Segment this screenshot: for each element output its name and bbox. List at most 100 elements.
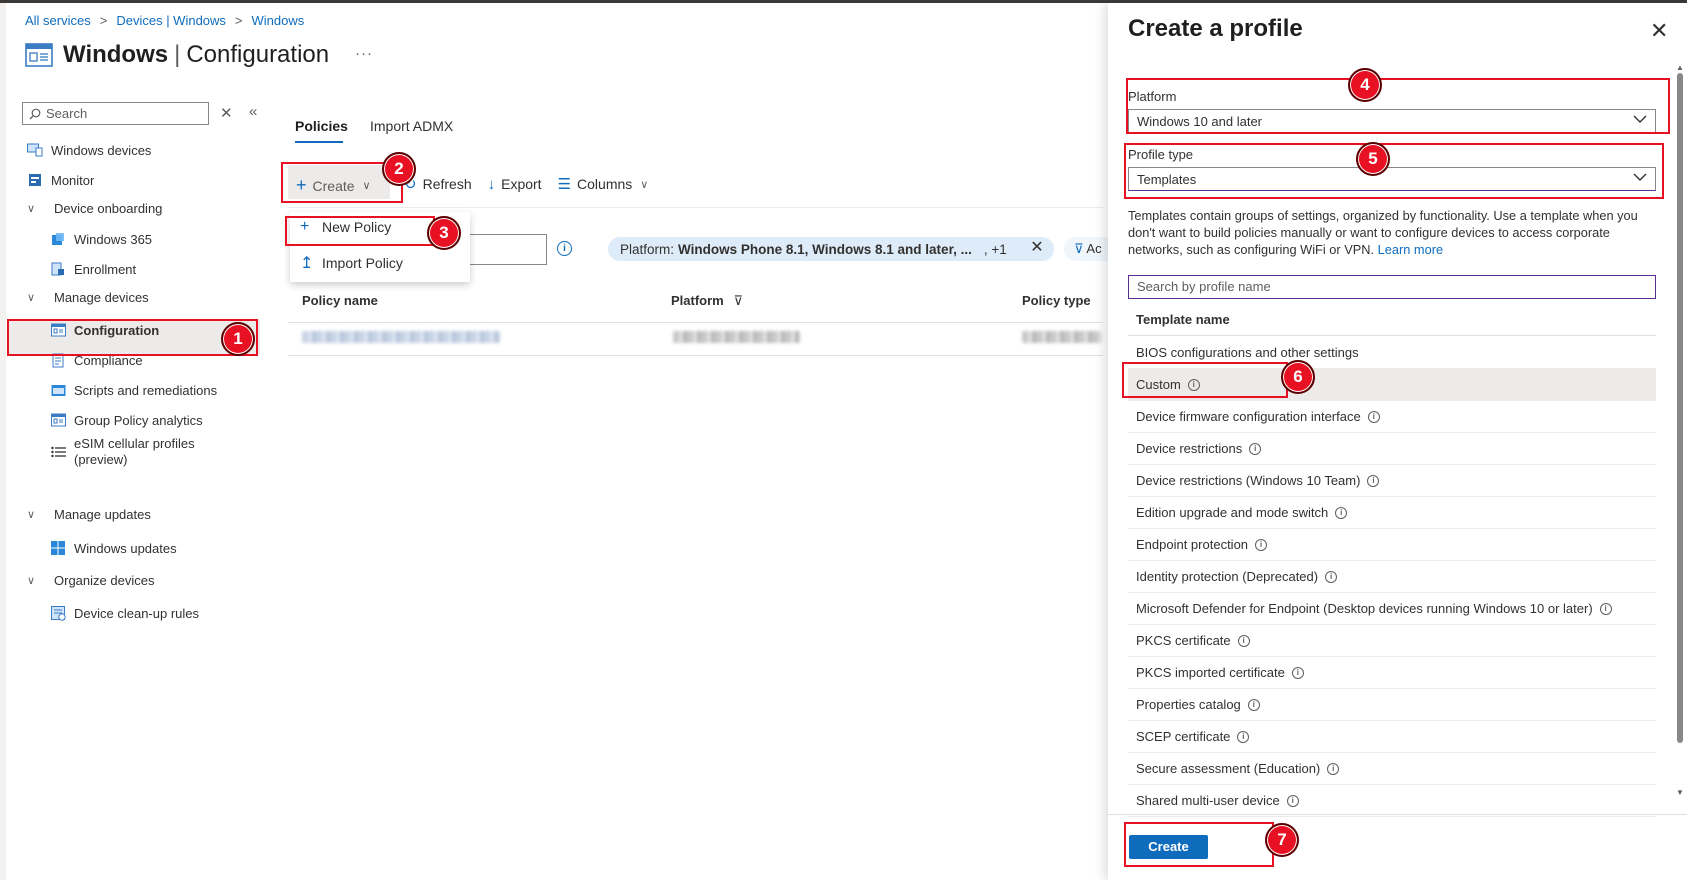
clear-search-icon[interactable]: ✕ — [220, 104, 233, 122]
nav-item-windows-365[interactable]: Windows 365 — [50, 225, 152, 253]
template-row[interactable]: PKCS certificate i — [1128, 625, 1656, 657]
policy-search-input[interactable] — [465, 234, 547, 265]
annotation-badge-6: 6 — [1281, 360, 1315, 394]
menu-item-import-policy[interactable]: ↥ Import Policy — [300, 253, 403, 273]
template-row[interactable]: SCEP certificate i — [1128, 721, 1656, 753]
template-row[interactable]: Device restrictions (Windows 10 Team) i — [1128, 465, 1656, 497]
info-icon[interactable]: i — [1367, 410, 1380, 423]
nav-item-esim[interactable]: eSIM cellular profiles (preview) — [50, 435, 195, 469]
columns-button[interactable]: ☰ Columns ∨ — [558, 175, 649, 193]
nav-item-cleanup-rules[interactable]: Device clean-up rules — [50, 599, 199, 627]
breadcrumb-all-services[interactable]: All services — [25, 13, 91, 28]
breadcrumb-windows[interactable]: Windows — [252, 13, 305, 28]
template-label: PKCS certificate — [1136, 633, 1231, 648]
list-icon — [50, 444, 66, 460]
nav-search-input[interactable]: Search — [22, 102, 209, 125]
nav-item-scripts[interactable]: Scripts and remediations — [50, 376, 217, 404]
column-header-policy-type[interactable]: Policy type — [1022, 293, 1091, 308]
info-icon[interactable]: i — [1335, 506, 1348, 519]
template-label: Secure assessment (Education) — [1136, 761, 1321, 776]
nav-group-manage-devices[interactable]: ∨ Manage devices — [27, 283, 149, 311]
scroll-down-icon[interactable]: ▼ — [1676, 788, 1684, 797]
learn-more-link[interactable]: Learn more — [1378, 242, 1443, 257]
nav-item-windows-devices[interactable]: Windows devices — [27, 136, 151, 164]
info-icon[interactable]: i — [1367, 474, 1380, 487]
nav-item-monitor[interactable]: Monitor — [27, 166, 94, 194]
refresh-button[interactable]: ↻ Refresh — [404, 175, 472, 193]
info-icon[interactable]: i — [1599, 602, 1612, 615]
scrollbar-thumb[interactable] — [1677, 73, 1683, 743]
nav-item-windows-updates[interactable]: Windows updates — [50, 534, 177, 562]
info-icon[interactable]: i — [1325, 570, 1338, 583]
template-row[interactable]: PKCS imported certificate i — [1128, 657, 1656, 689]
column-header-label: Platform — [671, 293, 724, 308]
info-icon[interactable]: i — [1237, 730, 1250, 743]
toolbar: ↻ Refresh ↓ Export ☰ Columns ∨ — [404, 175, 664, 194]
nav-item-group-policy-analytics[interactable]: Group Policy analytics — [50, 406, 203, 434]
tab-import-admx[interactable]: Import ADMX — [370, 118, 453, 134]
scroll-up-icon[interactable]: ▲ — [1676, 63, 1684, 72]
nav-label: Group Policy analytics — [74, 412, 203, 428]
info-icon[interactable]: i — [1291, 666, 1304, 679]
info-icon[interactable]: i — [1247, 698, 1260, 711]
left-edge — [0, 3, 6, 880]
template-row[interactable]: Edition upgrade and mode switch i — [1128, 497, 1656, 529]
chevron-down-icon: ∨ — [27, 291, 36, 304]
column-header-platform[interactable]: Platform ⊽ — [671, 293, 743, 309]
page-title-main: Windows — [63, 41, 169, 68]
nav-item-enrollment[interactable]: Enrollment — [50, 255, 136, 283]
search-icon — [29, 108, 41, 119]
monitor-icon — [27, 172, 43, 188]
template-label: Shared multi-user device — [1136, 793, 1280, 808]
collapse-nav-icon[interactable]: « — [249, 103, 257, 120]
nav-label-esim: eSIM cellular profiles (preview) — [74, 436, 195, 468]
template-row[interactable]: Microsoft Defender for Endpoint (Desktop… — [1128, 593, 1656, 625]
template-row[interactable]: Device firmware configuration interface i — [1128, 401, 1656, 433]
nav-label: (preview) — [74, 452, 128, 467]
template-row[interactable]: Secure assessment (Education) i — [1128, 753, 1656, 785]
info-icon[interactable]: i — [1255, 538, 1268, 551]
windows-logo-icon — [50, 540, 66, 556]
nav-group-manage-updates[interactable]: ∨ Manage updates — [27, 500, 151, 528]
create-profile-panel: Create a profile ✕ Platform Windows 10 a… — [1108, 3, 1687, 880]
column-header-policy-name[interactable]: Policy name — [302, 293, 378, 308]
info-icon[interactable]: i — [1237, 634, 1250, 647]
add-filter-button[interactable]: ⊽ Ac — [1064, 237, 1109, 261]
panel-scrollbar[interactable]: ▲ ▼ — [1676, 63, 1684, 798]
annotation-badge-5: 5 — [1356, 142, 1390, 176]
info-icon[interactable]: i — [1327, 762, 1340, 775]
template-label: Microsoft Defender for Endpoint (Desktop… — [1136, 601, 1593, 616]
breadcrumb-devices-windows[interactable]: Devices | Windows — [116, 13, 226, 28]
platform-filter-pill[interactable]: Platform: Windows Phone 8.1, Windows 8.1… — [608, 237, 1020, 261]
nav-group-device-onboarding[interactable]: ∨ Device onboarding — [27, 194, 162, 222]
export-label: Export — [501, 176, 542, 192]
table-header-divider — [288, 322, 1103, 323]
remove-filter-icon[interactable]: ✕ — [1020, 237, 1054, 261]
search-placeholder: Search by profile name — [1137, 279, 1271, 294]
annotation-badge-4: 4 — [1348, 68, 1382, 102]
panel-title: Create a profile — [1128, 15, 1303, 42]
template-row[interactable]: Identity protection (Deprecated) i — [1128, 561, 1656, 593]
more-options-button[interactable]: ··· — [355, 45, 373, 62]
template-search-input[interactable]: Search by profile name — [1128, 275, 1656, 299]
chevron-down-icon: ∨ — [640, 178, 649, 191]
add-filter-label: Ac — [1086, 241, 1102, 256]
nav-group-organize-devices[interactable]: ∨ Organize devices — [27, 566, 154, 594]
redacted-policy-name[interactable] — [302, 331, 500, 343]
template-row[interactable]: Device restrictions i — [1128, 433, 1656, 465]
template-row[interactable]: Shared multi-user device i — [1128, 785, 1656, 817]
nav-label: Enrollment — [74, 261, 137, 277]
info-icon[interactable]: i — [1286, 794, 1299, 807]
info-icon[interactable]: i — [557, 241, 572, 256]
info-icon[interactable]: i — [1249, 442, 1262, 455]
windows-365-icon — [50, 231, 66, 247]
template-row[interactable]: Properties catalog i — [1128, 689, 1656, 721]
nav-label: Windows devices — [51, 142, 152, 158]
template-label: SCEP certificate — [1136, 729, 1231, 744]
template-row[interactable]: Endpoint protection i — [1128, 529, 1656, 561]
tab-policies[interactable]: Policies — [295, 118, 348, 134]
filter-icon: ⊽ — [733, 293, 743, 308]
export-button[interactable]: ↓ Export — [488, 176, 542, 193]
nav-search-placeholder: Search — [46, 106, 88, 121]
close-icon[interactable]: ✕ — [1650, 18, 1668, 44]
